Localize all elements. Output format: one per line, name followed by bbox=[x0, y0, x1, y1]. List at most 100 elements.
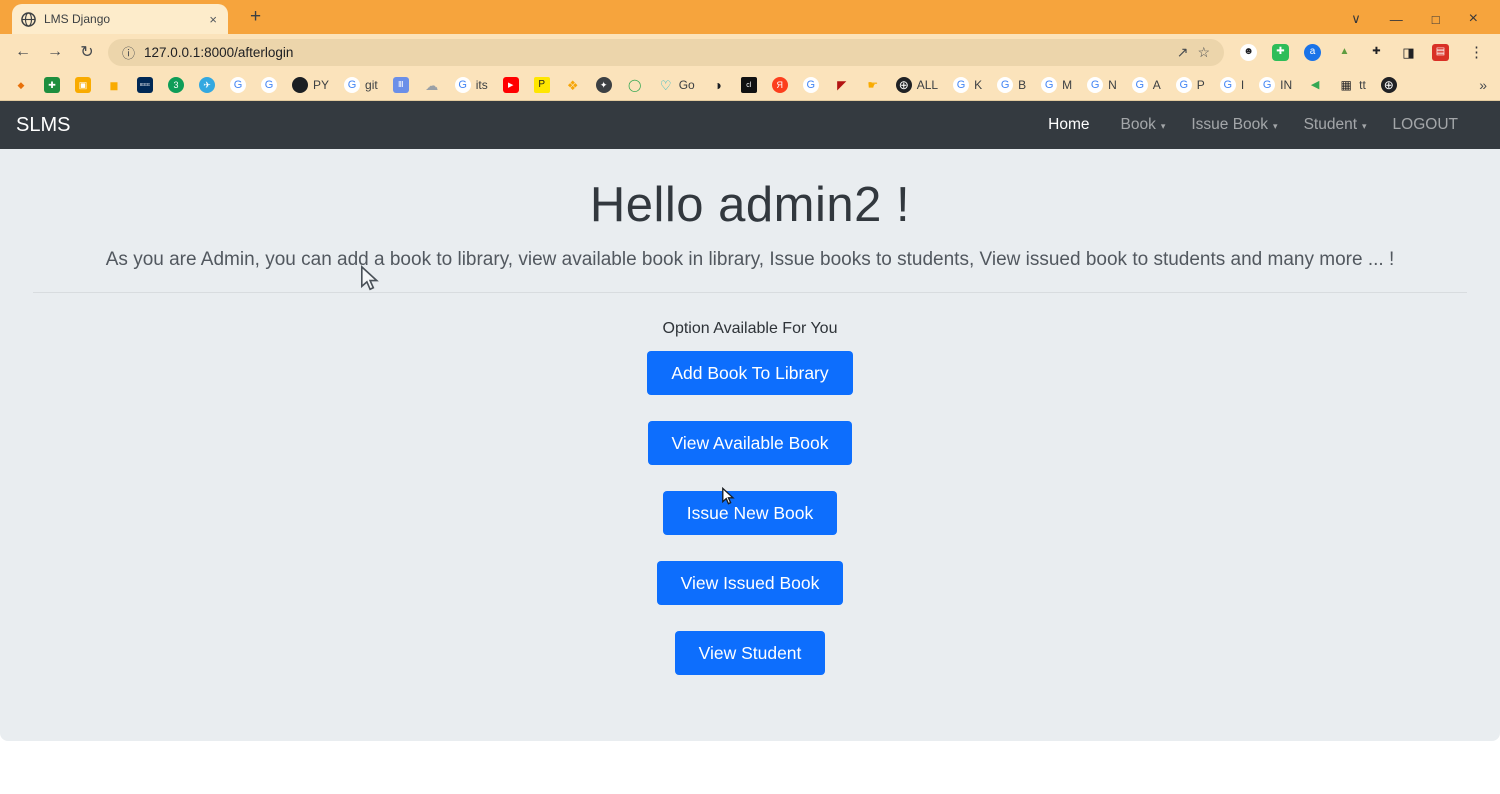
bookmark-label: P bbox=[1197, 78, 1205, 92]
bookmark-item[interactable]: ◯ bbox=[627, 77, 643, 93]
bookmark-favicon: ⊕ bbox=[896, 77, 912, 93]
nav-link[interactable]: Home bbox=[1040, 116, 1102, 134]
bookmark-label: K bbox=[974, 78, 982, 92]
options-title: Option Available For You bbox=[0, 320, 1500, 338]
browser-tab[interactable]: LMS Django × bbox=[12, 4, 228, 34]
action-button[interactable]: Add Book To Library bbox=[647, 351, 852, 395]
bookmark-item[interactable]: ♡ Go bbox=[658, 77, 695, 93]
action-button[interactable]: View Available Book bbox=[648, 421, 853, 465]
bookmark-favicon: ✦ bbox=[596, 77, 612, 93]
bookmark-item[interactable]: G IN bbox=[1259, 77, 1292, 93]
bookmark-item[interactable]: ▦ tt bbox=[1338, 77, 1366, 93]
bookmark-favicon: ☛ bbox=[865, 77, 881, 93]
bookmark-item[interactable]: G N bbox=[1087, 77, 1117, 93]
globe-favicon-icon bbox=[21, 12, 36, 27]
bookmark-item[interactable]: G bbox=[230, 77, 246, 93]
nav-link[interactable]: Issue Book ▾ bbox=[1183, 116, 1285, 134]
bookmark-item[interactable]: IEEE bbox=[137, 77, 153, 93]
bookmark-label: N bbox=[1108, 78, 1117, 92]
bookmark-favicon: ♡ bbox=[658, 77, 674, 93]
brand-logo[interactable]: SLMS bbox=[16, 114, 70, 137]
back-button[interactable]: ← bbox=[12, 43, 34, 61]
extension-icon[interactable]: ☻ bbox=[1240, 44, 1257, 61]
bookmark-item[interactable]: ⊕ ALL bbox=[896, 77, 938, 93]
chevron-down-icon: ▾ bbox=[1273, 121, 1278, 132]
forward-button[interactable]: → bbox=[44, 43, 66, 61]
extension-icon[interactable]: ◨ bbox=[1400, 44, 1417, 61]
reload-button[interactable]: ↻ bbox=[76, 42, 98, 62]
bookmark-item[interactable]: G B bbox=[997, 77, 1026, 93]
nav-link[interactable]: Book ▾ bbox=[1112, 116, 1173, 134]
bookmark-favicon: ▣ bbox=[75, 77, 91, 93]
bookmark-item[interactable]: G M bbox=[1041, 77, 1072, 93]
bookmark-star-icon[interactable]: ☆ bbox=[1197, 44, 1210, 61]
bookmark-favicon: ▶ bbox=[503, 77, 519, 93]
bookmark-item[interactable]: ▶ bbox=[503, 77, 519, 93]
url-text[interactable]: 127.0.0.1:8000/afterlogin bbox=[144, 45, 1168, 60]
bookmark-item[interactable]: G I bbox=[1220, 77, 1244, 93]
bookmarks-overflow-chevron-icon[interactable]: » bbox=[1479, 77, 1487, 93]
tab-title: LMS Django bbox=[44, 12, 199, 26]
extension-icon[interactable]: ▲ bbox=[1336, 44, 1353, 61]
browser-menu-dots-icon[interactable]: ⋮ bbox=[1465, 43, 1488, 61]
browser-tab-strip: LMS Django × + ∨ — □ × bbox=[0, 0, 1500, 34]
bookmark-item[interactable]: G P bbox=[1176, 77, 1205, 93]
bookmark-label: A bbox=[1153, 78, 1161, 92]
bookmark-item[interactable]: G git bbox=[344, 77, 378, 93]
bookmark-item[interactable]: G its bbox=[455, 77, 488, 93]
site-info-icon[interactable]: ⓘ bbox=[122, 43, 135, 62]
bookmark-item[interactable]: PY bbox=[292, 77, 329, 93]
minimize-button[interactable]: — bbox=[1390, 12, 1403, 27]
page-title: Hello admin2 ! bbox=[0, 177, 1500, 233]
bookmark-item[interactable]: G bbox=[803, 77, 819, 93]
close-window-button[interactable]: × bbox=[1469, 10, 1478, 28]
extension-icon[interactable]: a bbox=[1304, 44, 1321, 61]
action-button[interactable]: Issue New Book bbox=[663, 491, 837, 535]
nav-link[interactable]: Student ▾ bbox=[1296, 116, 1375, 134]
bookmark-favicon bbox=[292, 77, 308, 93]
bookmark-item[interactable]: 3 bbox=[168, 77, 184, 93]
action-button[interactable]: View Student bbox=[675, 631, 826, 675]
bookmark-item[interactable]: G A bbox=[1132, 77, 1161, 93]
bookmark-favicon: Я bbox=[772, 77, 788, 93]
bookmark-item[interactable]: Ⅲ bbox=[393, 77, 409, 93]
action-button[interactable]: View Issued Book bbox=[657, 561, 844, 605]
bookmark-item[interactable]: ◆ bbox=[13, 77, 29, 93]
address-bar[interactable]: ⓘ 127.0.0.1:8000/afterlogin ↗ ☆ bbox=[108, 39, 1224, 66]
extension-icon[interactable]: ▤ bbox=[1432, 44, 1449, 61]
tab-search-chevron-icon[interactable]: ∨ bbox=[1351, 11, 1361, 27]
tab-close-icon[interactable]: × bbox=[207, 12, 219, 27]
browser-toolbar: ← → ↻ ⓘ 127.0.0.1:8000/afterlogin ↗ ☆ ☻ … bbox=[0, 34, 1500, 70]
bookmark-favicon: G bbox=[1132, 77, 1148, 93]
bookmark-favicon: cl bbox=[741, 77, 757, 93]
bookmark-item[interactable]: ▆ bbox=[106, 77, 122, 93]
nav-link[interactable]: LOGOUT bbox=[1385, 116, 1471, 134]
bookmark-item[interactable]: ☛ bbox=[865, 77, 881, 93]
bookmark-item[interactable]: ✦ bbox=[596, 77, 612, 93]
extension-icon[interactable]: ✚ bbox=[1368, 44, 1385, 61]
bookmark-item[interactable]: G K bbox=[953, 77, 982, 93]
bookmark-item[interactable]: ◀ bbox=[1307, 77, 1323, 93]
extension-icon[interactable]: ✚ bbox=[1272, 44, 1289, 61]
bookmark-item[interactable]: ✈ bbox=[199, 77, 215, 93]
nav-link-label: LOGOUT bbox=[1393, 116, 1458, 134]
bookmark-item[interactable]: ▣ bbox=[75, 77, 91, 93]
bookmark-item[interactable]: ☁ bbox=[424, 77, 440, 93]
bookmark-label: B bbox=[1018, 78, 1026, 92]
chevron-down-icon: ▾ bbox=[1362, 121, 1367, 132]
bookmark-item[interactable]: ✚ bbox=[44, 77, 60, 93]
new-tab-button[interactable]: + bbox=[250, 6, 261, 34]
bookmark-item[interactable]: ⊕ bbox=[1381, 77, 1397, 93]
nav-link-label: Home bbox=[1048, 116, 1089, 134]
bookmark-item[interactable]: Я bbox=[772, 77, 788, 93]
share-icon[interactable]: ↗ bbox=[1177, 44, 1189, 61]
bookmark-item[interactable]: cl bbox=[741, 77, 757, 93]
bookmark-item[interactable]: P bbox=[534, 77, 550, 93]
bookmark-favicon: G bbox=[230, 77, 246, 93]
restore-button[interactable]: □ bbox=[1432, 12, 1440, 27]
bookmark-item[interactable]: ◑ bbox=[710, 77, 726, 93]
bookmark-item[interactable]: G bbox=[261, 77, 277, 93]
bookmark-favicon: ▆ bbox=[106, 77, 122, 93]
bookmark-item[interactable]: ❖ bbox=[565, 77, 581, 93]
bookmark-item[interactable]: ◤ bbox=[834, 77, 850, 93]
